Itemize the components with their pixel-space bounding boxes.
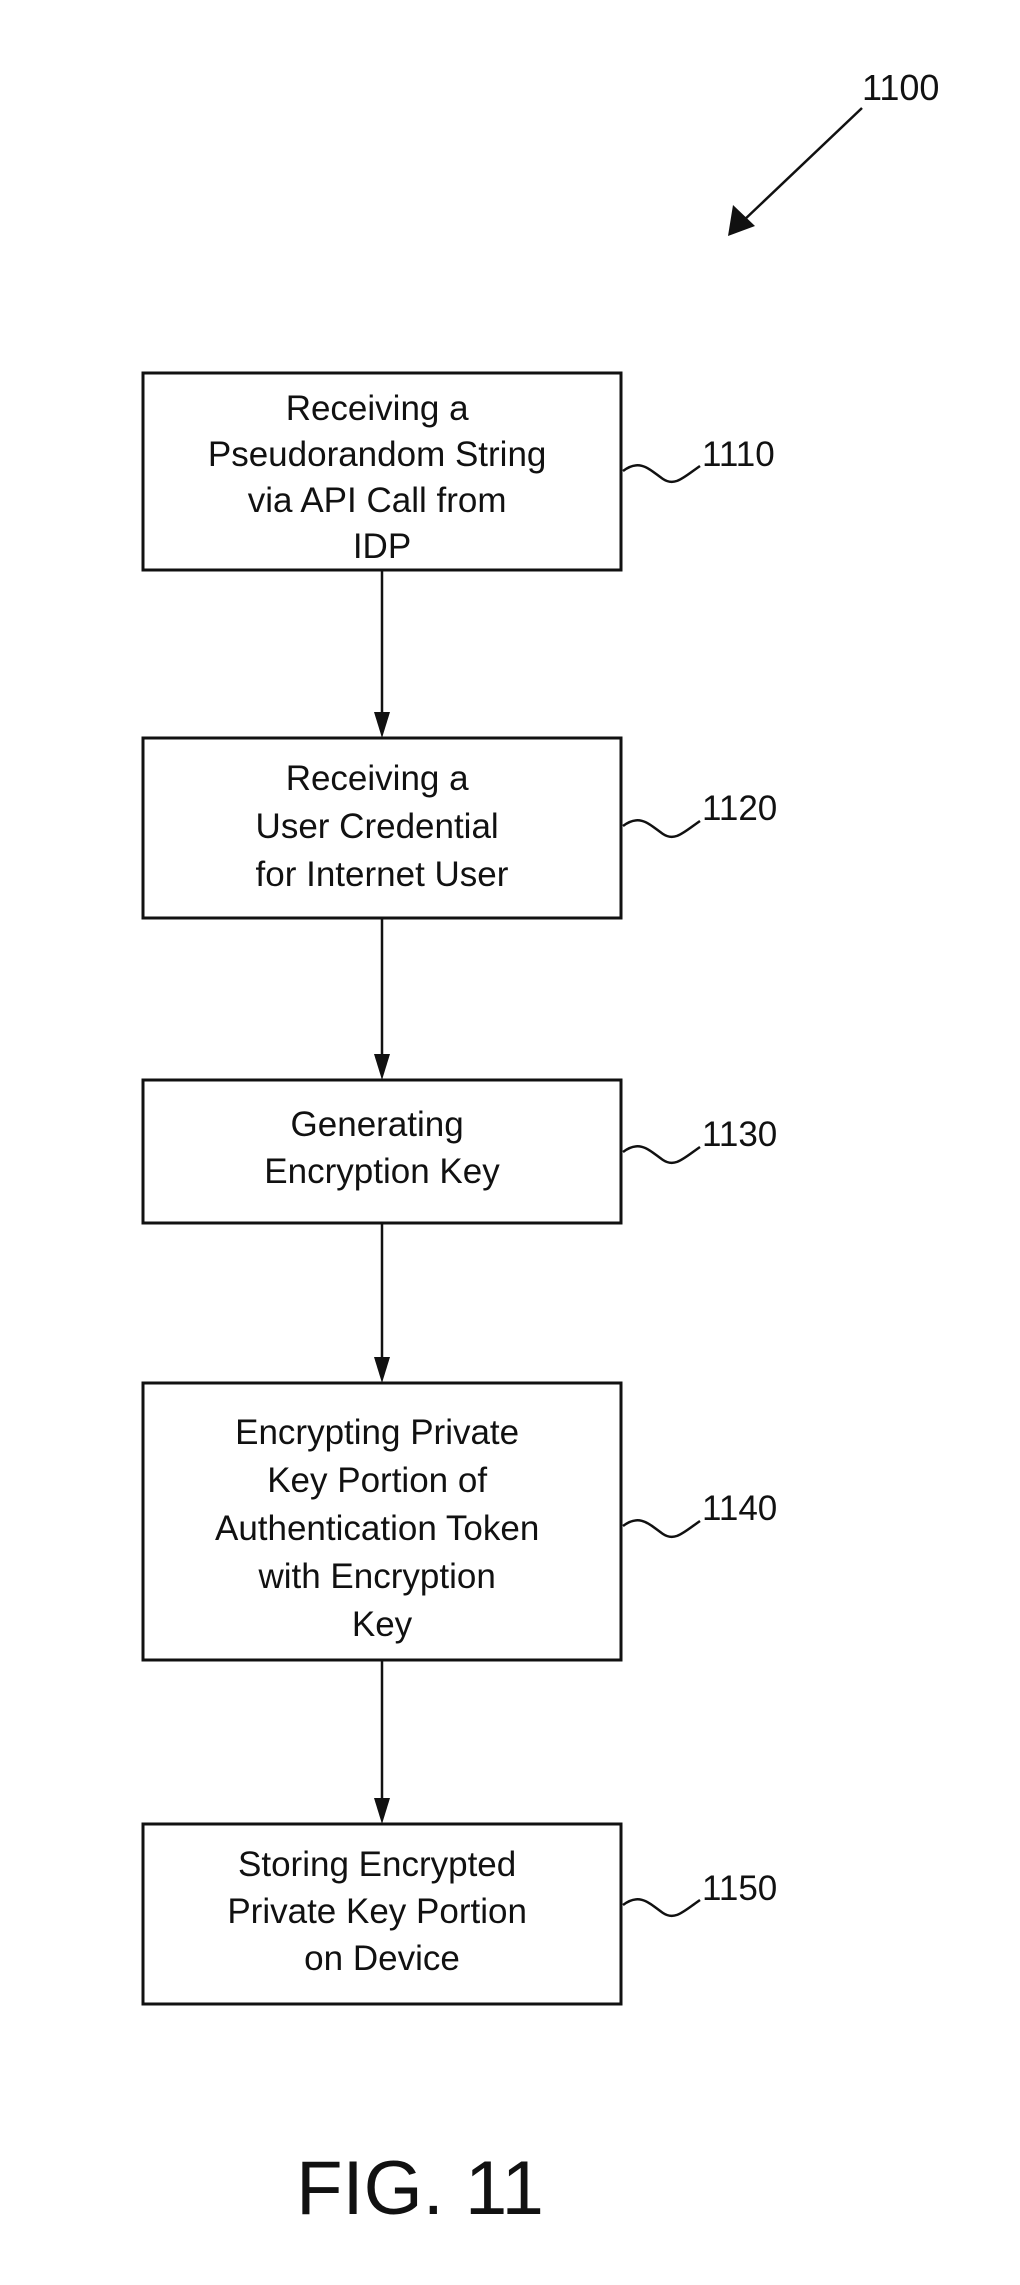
step-reference-1150: 1150 bbox=[702, 1869, 777, 1908]
step-reference-1120: 1120 bbox=[702, 789, 777, 828]
figure-caption: FIG. 11 bbox=[296, 2146, 544, 2231]
figure-reference-arrowhead bbox=[728, 205, 755, 236]
leader-line-1150 bbox=[623, 1899, 700, 1916]
leader-line-1140 bbox=[623, 1520, 700, 1537]
step-1120: Receiving a User Credential for Internet… bbox=[143, 738, 621, 918]
step-1130: Generating Encryption Key bbox=[143, 1080, 621, 1223]
step-1150: Storing Encrypted Private Key Portion on… bbox=[143, 1824, 621, 2004]
figure-reference-arrow-line bbox=[742, 108, 862, 222]
figure-reference-number: 1100 bbox=[862, 67, 939, 108]
step-text-1120: Receiving a User Credential for Internet… bbox=[256, 759, 509, 894]
leader-line-1130 bbox=[623, 1146, 700, 1163]
arrowhead-1120-1130 bbox=[374, 1054, 390, 1080]
step-1140: Encrypting Private Key Portion of Authen… bbox=[143, 1383, 621, 1660]
step-reference-1140: 1140 bbox=[702, 1489, 777, 1528]
step-reference-1130: 1130 bbox=[702, 1115, 777, 1154]
arrowhead-1110-1120 bbox=[374, 712, 390, 738]
flowchart-diagram: 1100 Receiving a Pseudorandom String via… bbox=[0, 0, 1020, 2285]
arrowhead-1130-1140 bbox=[374, 1357, 390, 1383]
leader-line-1120 bbox=[623, 820, 700, 837]
step-reference-1110: 1110 bbox=[702, 435, 775, 474]
arrowhead-1140-1150 bbox=[374, 1798, 390, 1824]
step-1110: Receiving a Pseudorandom String via API … bbox=[143, 373, 621, 570]
leader-line-1110 bbox=[623, 465, 700, 482]
